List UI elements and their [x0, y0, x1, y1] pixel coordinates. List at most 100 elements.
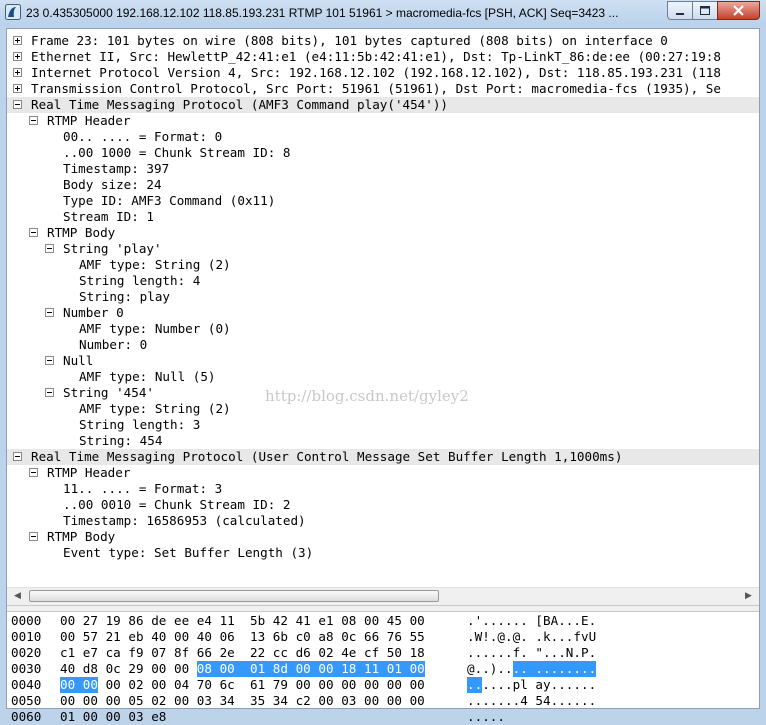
tree-row[interactable]: String: 454 — [7, 433, 759, 449]
ascii-char[interactable]: . — [482, 677, 490, 693]
ascii-char[interactable]: . — [475, 645, 483, 661]
hex-row[interactable]: 0010 00 57 21 eb 40 00 40 06 13 6b c0 a8 0c 66 76 55. W!.… — [7, 629, 759, 645]
tree-row[interactable]: Transmission Control Protocol, Src Port:… — [7, 81, 759, 97]
hex-byte[interactable]: 00 — [318, 693, 333, 709]
tree-row[interactable]: Event type: Set Buffer Length (3) — [7, 545, 759, 561]
ascii-char[interactable]: . — [482, 661, 490, 677]
ascii-char[interactable]: ) — [490, 661, 498, 677]
hex-byte[interactable]: 00 — [387, 693, 402, 709]
ascii-char[interactable]: B — [543, 613, 551, 629]
tree-row[interactable]: String 'play' — [7, 241, 759, 257]
ascii-char[interactable]: . — [482, 645, 490, 661]
tree-row[interactable]: Timestamp: 16586953 (calculated) — [7, 513, 759, 529]
ascii-char[interactable]: . — [482, 709, 490, 725]
tree-row[interactable]: RTMP Body — [7, 225, 759, 241]
hex-row[interactable]: 0050 00 00 00 05 02 00 03 34 35 34 c2 00 03 00 00 00....… — [7, 693, 759, 709]
scroll-thumb[interactable] — [29, 590, 439, 602]
tree-row[interactable]: 11.. .... = Format: 3 — [7, 481, 759, 497]
hex-row[interactable]: 0020 c1 e7 ca f9 07 8f 66 2e 22 cc d6 02 4e cf 50 18....… — [7, 645, 759, 661]
ascii-char[interactable]: 4 — [520, 693, 528, 709]
maximize-button[interactable] — [692, 1, 718, 20]
hex-byte[interactable]: 42 — [273, 613, 288, 629]
ascii-char[interactable]: @ — [497, 629, 505, 645]
ascii-char[interactable]: E — [581, 613, 589, 629]
hex-byte[interactable]: 34 — [220, 693, 235, 709]
hex-byte[interactable]: c0 — [296, 629, 311, 645]
hex-byte[interactable]: 00 — [364, 677, 379, 693]
hex-byte[interactable]: 04 — [174, 677, 189, 693]
hex-byte[interactable]: e1 — [318, 613, 333, 629]
tree-row[interactable]: AMF type: Number (0) — [7, 321, 759, 337]
hex-byte[interactable]: 40 — [151, 629, 166, 645]
hex-byte[interactable]: c1 — [60, 645, 75, 661]
ascii-char[interactable]: . — [505, 645, 513, 661]
hex-byte[interactable]: 00 — [174, 629, 189, 645]
ascii-char[interactable]: . — [482, 613, 490, 629]
ascii-char[interactable]: . — [566, 629, 574, 645]
hex-byte[interactable]: eb — [128, 629, 143, 645]
ascii-char[interactable]: . — [497, 709, 505, 725]
hex-byte[interactable]: cf — [364, 645, 379, 661]
tree-row[interactable]: RTMP Header — [7, 113, 759, 129]
tree-row[interactable]: Number: 0 — [7, 337, 759, 353]
ascii-char[interactable]: f — [513, 645, 521, 661]
hex-byte[interactable]: 02 — [128, 677, 143, 693]
hex-byte[interactable]: 40 — [197, 629, 212, 645]
ascii-char[interactable]: N — [566, 645, 574, 661]
collapse-icon[interactable] — [29, 532, 38, 541]
hex-byte[interactable]: 2e — [220, 645, 235, 661]
ascii-char[interactable]: @ — [467, 661, 475, 677]
ascii-char[interactable]: . — [475, 661, 483, 677]
tree-row[interactable]: Type ID: AMF3 Command (0x11) — [7, 193, 759, 209]
hex-byte[interactable]: 22 — [250, 645, 265, 661]
ascii-char[interactable]: . — [588, 661, 597, 677]
hex-byte[interactable]: 00 — [318, 661, 342, 677]
hex-byte[interactable]: e7 — [83, 645, 98, 661]
hex-byte[interactable]: 00 — [410, 693, 425, 709]
ascii-char[interactable]: . — [566, 677, 574, 693]
hex-byte[interactable]: 00 — [410, 677, 425, 693]
minimize-button[interactable] — [667, 1, 693, 20]
ascii-char[interactable]: . — [566, 613, 574, 629]
ascii-char[interactable]: . — [535, 629, 543, 645]
ascii-char[interactable]: v — [581, 629, 589, 645]
hex-byte[interactable]: 34 — [273, 693, 288, 709]
hex-byte[interactable]: 00 — [106, 693, 121, 709]
hex-row[interactable]: 0000 00 27 19 86 de ee e4 11 5b 42 41 e1 08 00 45 00. '..… — [7, 613, 759, 629]
hex-byte[interactable]: 01 — [386, 661, 410, 677]
collapse-icon[interactable] — [29, 116, 38, 125]
hex-byte[interactable]: 00 — [60, 613, 75, 629]
hex-byte[interactable]: de — [151, 613, 166, 629]
hex-byte[interactable]: 11 — [220, 613, 235, 629]
ascii-char[interactable]: . — [467, 613, 475, 629]
ascii-char[interactable]: . — [513, 613, 521, 629]
hex-byte[interactable]: 57 — [83, 629, 98, 645]
hex-byte[interactable]: 50 — [387, 645, 402, 661]
ascii-char[interactable]: . — [490, 677, 498, 693]
ascii-char[interactable]: . — [513, 693, 521, 709]
ascii-char[interactable]: f — [573, 629, 581, 645]
ascii-char[interactable]: . — [474, 677, 483, 693]
collapse-icon[interactable] — [45, 388, 54, 397]
ascii-char[interactable]: [ — [535, 613, 543, 629]
hex-byte[interactable]: 00 — [106, 677, 121, 693]
packet-bytes-pane[interactable]: 0000 00 27 19 86 de ee e4 11 5b 42 41 e1 08 00 45 00. '..… — [7, 612, 759, 724]
expand-icon[interactable] — [13, 68, 22, 77]
ascii-char[interactable]: a — [535, 677, 543, 693]
ascii-char[interactable]: . — [505, 629, 513, 645]
ascii-char[interactable]: . — [558, 629, 566, 645]
tree-row[interactable]: AMF type: String (2) — [7, 257, 759, 273]
ascii-char[interactable]: l — [520, 677, 528, 693]
hex-byte[interactable]: 66 — [364, 629, 379, 645]
hex-byte[interactable]: 00 — [174, 661, 189, 677]
hex-byte[interactable]: 00 — [410, 613, 425, 629]
ascii-char[interactable]: . — [589, 677, 597, 693]
hex-byte[interactable]: 0c — [341, 629, 356, 645]
ascii-char[interactable]: . — [551, 693, 559, 709]
tree-row[interactable]: Null — [7, 353, 759, 369]
hex-byte[interactable]: 66 — [197, 645, 212, 661]
hex-byte[interactable]: 00 — [295, 661, 319, 677]
tree-row[interactable]: String: play — [7, 289, 759, 305]
ascii-char[interactable]: . — [581, 677, 589, 693]
hex-byte[interactable]: 00 — [60, 693, 75, 709]
